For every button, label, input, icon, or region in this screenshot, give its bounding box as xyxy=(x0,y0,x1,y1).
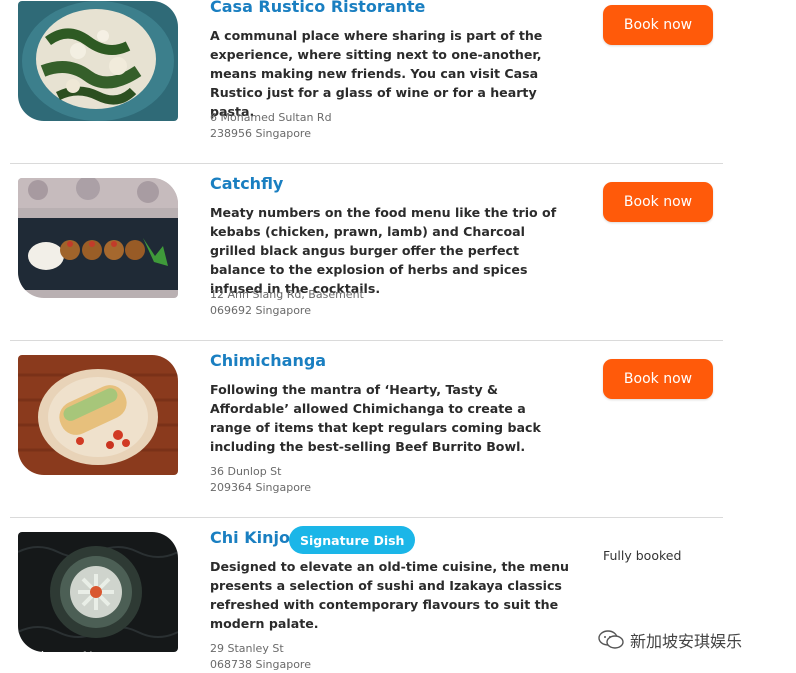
restaurant-address: 29 Stanley St 068738 Singapore xyxy=(210,641,311,673)
restaurant-name[interactable]: Chi Kinjo xyxy=(210,528,290,547)
restaurant-description: A communal place where sharing is part o… xyxy=(210,28,543,119)
signature-dish-badge: Signature Dish xyxy=(289,526,416,554)
address-postal: 209364 Singapore xyxy=(210,481,311,494)
address-postal: 238956 Singapore xyxy=(210,127,311,140)
book-now-button[interactable]: Book now xyxy=(603,359,713,399)
restaurant-name[interactable]: Catchfly xyxy=(210,174,283,193)
book-now-button[interactable]: Book now xyxy=(603,182,713,222)
restaurant-address: 36 Dunlop St 209364 Singapore xyxy=(210,464,311,496)
restaurant-photo-sushi[interactable] xyxy=(18,532,178,652)
address-street: 29 Stanley St xyxy=(210,642,284,655)
restaurant-description: Meaty numbers on the food menu like the … xyxy=(210,205,557,296)
restaurant-photo-burrito[interactable] xyxy=(18,355,178,475)
divider xyxy=(10,340,723,341)
restaurant-address: 6 Mohamed Sultan Rd 238956 Singapore xyxy=(210,110,332,142)
address-street: 6 Mohamed Sultan Rd xyxy=(210,111,332,124)
watermark-left: Shicheng Nevo xyxy=(8,650,120,666)
address-street: 36 Dunlop St xyxy=(210,465,282,478)
wechat-icon xyxy=(598,630,624,650)
restaurant-name[interactable]: Casa Rustico Ristorante xyxy=(210,0,425,16)
book-now-button[interactable]: Book now xyxy=(603,5,713,45)
restaurant-address: 12 Ann Siang Rd, Basement 069692 Singapo… xyxy=(210,287,364,319)
restaurant-description: Designed to elevate an old-time cuisine,… xyxy=(210,559,570,631)
divider xyxy=(10,163,723,164)
restaurant-description: Following the mantra of ‘Hearty, Tasty &… xyxy=(210,382,541,454)
watermark-text: 新加坡安琪娱乐 xyxy=(630,632,743,651)
address-street: 12 Ann Siang Rd, Basement xyxy=(210,288,364,301)
watermark-right: 新加坡安琪娱乐 xyxy=(598,628,742,652)
divider xyxy=(10,517,723,518)
fully-booked-status: Fully booked xyxy=(603,548,682,563)
restaurant-name[interactable]: Chimichanga xyxy=(210,351,326,370)
address-postal: 069692 Singapore xyxy=(210,304,311,317)
address-postal: 068738 Singapore xyxy=(210,658,311,671)
restaurant-photo-kebabs[interactable] xyxy=(18,178,178,298)
restaurant-photo-pasta[interactable] xyxy=(18,1,178,121)
